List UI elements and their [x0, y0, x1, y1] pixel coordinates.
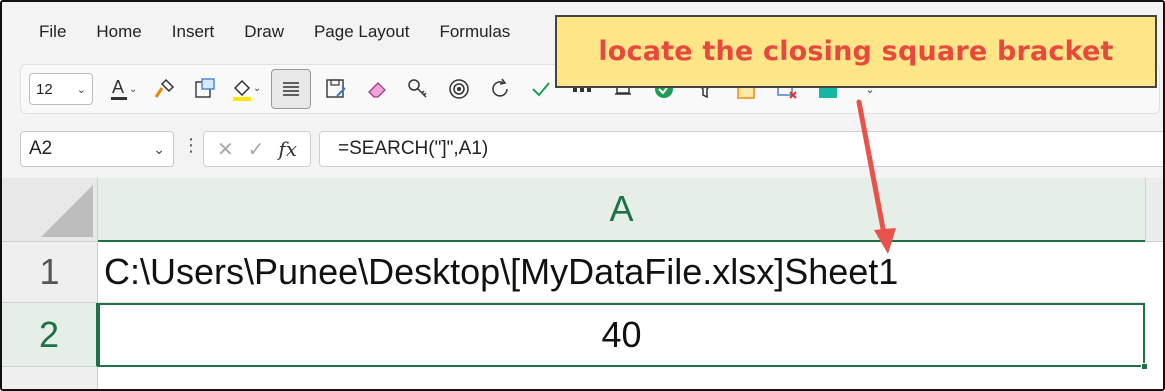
row-header-2[interactable]: 2	[2, 303, 98, 367]
select-all-button[interactable]	[2, 178, 98, 242]
target-icon	[449, 79, 469, 99]
name-box[interactable]: A2 ⌄	[20, 131, 174, 167]
row-header-3[interactable]	[2, 367, 98, 389]
font-size-select[interactable]: 12 ⌄	[29, 73, 93, 105]
key-button[interactable]	[402, 73, 434, 105]
column-header-b[interactable]	[1145, 178, 1163, 242]
cell-a2[interactable]: 40	[98, 303, 1145, 367]
cell-styles-button[interactable]	[189, 73, 221, 105]
column-header-a[interactable]: A	[98, 178, 1145, 242]
font-size-value: 12	[36, 80, 53, 98]
cancel-icon[interactable]: ✕	[217, 137, 234, 162]
eraser-icon	[368, 82, 386, 98]
font-color-icon: A ⌄	[111, 77, 137, 100]
menu-formulas[interactable]: Formulas	[439, 22, 510, 42]
formula-bar: A2 ⌄ ⋮ ✕ ✓ fx =SEARCH("]",A1)	[2, 120, 1163, 178]
fill-color-button[interactable]: ⌄	[230, 73, 262, 105]
fill-color-icon: ⌄	[233, 79, 261, 101]
target-button[interactable]	[443, 73, 475, 105]
format-painter-icon	[154, 78, 175, 98]
worksheet-grid: A 1 C:\Users\Punee\Desktop\[MyDataFile.x…	[2, 178, 1163, 389]
align-icon	[283, 82, 299, 96]
cell-a3[interactable]	[98, 367, 1145, 389]
checkmark-icon	[532, 82, 550, 97]
font-color-button[interactable]: A ⌄	[107, 73, 139, 105]
formula-input[interactable]: =SEARCH("]",A1)	[319, 131, 1163, 167]
annotation-callout: locate the closing square bracket	[555, 15, 1157, 88]
excel-window: File Home Insert Draw Page Layout Formul…	[0, 0, 1165, 391]
cell-styles-icon	[195, 78, 215, 98]
format-painter-button[interactable]	[148, 73, 180, 105]
more-options-icon[interactable]: ⋮	[182, 135, 200, 156]
menu-file[interactable]: File	[39, 22, 66, 42]
menu-home[interactable]: Home	[96, 22, 141, 42]
key-icon	[408, 79, 427, 98]
refresh-icon	[492, 78, 508, 97]
formula-buttons: ✕ ✓ fx	[203, 131, 311, 167]
align-button[interactable]	[271, 69, 311, 109]
checkmark-button[interactable]	[525, 73, 557, 105]
name-box-value: A2	[29, 138, 53, 159]
cell-a1[interactable]: C:\Users\Punee\Desktop\[MyDataFile.xlsx]…	[98, 242, 1145, 303]
svg-text:A: A	[112, 77, 124, 97]
save-as-icon	[326, 79, 346, 98]
menu-page-layout[interactable]: Page Layout	[314, 22, 409, 42]
select-all-icon	[41, 185, 93, 237]
eraser-button[interactable]	[361, 73, 393, 105]
refresh-button[interactable]	[484, 73, 516, 105]
svg-text:⌄: ⌄	[129, 84, 137, 95]
svg-text:⌄: ⌄	[253, 83, 261, 94]
row-header-1[interactable]: 1	[2, 242, 98, 303]
menu-draw[interactable]: Draw	[244, 22, 284, 42]
save-as-button[interactable]	[320, 73, 352, 105]
chevron-down-icon: ⌄	[76, 83, 86, 96]
chevron-down-icon: ⌄	[153, 140, 165, 157]
menu-insert[interactable]: Insert	[172, 22, 215, 42]
insert-function-icon[interactable]: fx	[278, 137, 297, 161]
enter-icon[interactable]: ✓	[248, 137, 265, 162]
